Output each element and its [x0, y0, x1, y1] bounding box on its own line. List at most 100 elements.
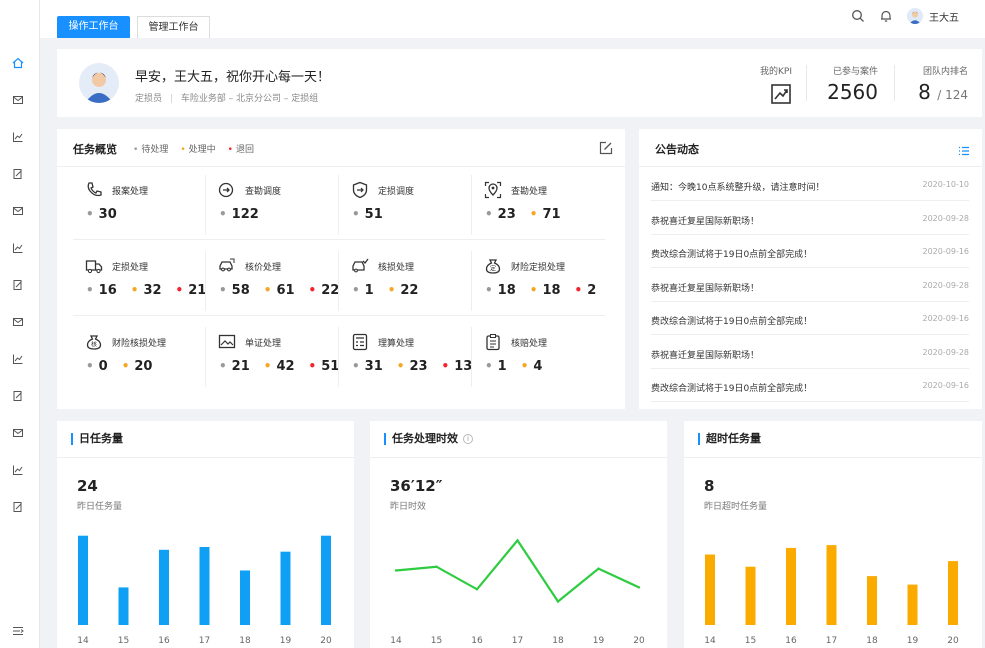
- edit-doc-icon[interactable]: [11, 389, 25, 403]
- task-item[interactable]: 核损处理 1 22: [339, 257, 472, 319]
- task-counts: 122: [219, 207, 259, 222]
- count-returned[interactable]: 22: [309, 283, 339, 298]
- count-processing[interactable]: 22: [388, 283, 418, 298]
- chart-icon[interactable]: [11, 463, 25, 477]
- edit-doc-icon[interactable]: [11, 500, 25, 514]
- list-icon[interactable]: [958, 142, 970, 156]
- user-menu[interactable]: 王大五: [907, 8, 959, 24]
- line-point[interactable]: [516, 539, 519, 542]
- bar[interactable]: [118, 587, 129, 625]
- chart-icon[interactable]: [11, 241, 25, 255]
- count-returned[interactable]: 51: [309, 359, 339, 374]
- notice-item[interactable]: 费改综合测试将于19日0点前全部完成！ 2020-09-16: [651, 369, 969, 402]
- divider: [806, 65, 807, 101]
- notice-item[interactable]: 通知：今晚10点系统整升级，请注意时间！ 2020-10-10: [651, 168, 969, 201]
- bar[interactable]: [199, 546, 210, 625]
- mail-icon[interactable]: [11, 426, 25, 440]
- task-item[interactable]: 定损处理 16 32 21: [73, 257, 206, 319]
- edit-doc-icon[interactable]: [11, 167, 25, 181]
- x-tick-label: 15: [118, 636, 129, 646]
- count-pending[interactable]: 16: [86, 283, 117, 298]
- task-item[interactable]: 查勘处理 23 71: [472, 181, 605, 243]
- kpi-my[interactable]: 我的KPI: [760, 64, 792, 105]
- count-pending[interactable]: 1: [352, 283, 374, 298]
- count-pending[interactable]: 58: [219, 283, 250, 298]
- notice-date: 2020-09-28: [922, 347, 970, 357]
- count-returned[interactable]: 13: [442, 359, 472, 374]
- count-pending[interactable]: 0: [86, 359, 108, 374]
- x-tick-label: 19: [907, 636, 919, 646]
- line-point[interactable]: [435, 565, 438, 568]
- count-processing[interactable]: 20: [122, 359, 152, 374]
- search-icon[interactable]: [851, 9, 865, 23]
- count-processing[interactable]: 42: [264, 359, 294, 374]
- collapse-menu-icon[interactable]: [11, 624, 25, 638]
- edit-icon[interactable]: [599, 140, 613, 155]
- count-pending[interactable]: 30: [86, 207, 117, 222]
- edit-doc-icon[interactable]: [11, 278, 25, 292]
- bar[interactable]: [321, 535, 331, 625]
- bar[interactable]: [78, 535, 88, 625]
- count-pending[interactable]: 1: [485, 359, 507, 374]
- kpi-rank[interactable]: 团队内排名 8 / 124: [918, 64, 968, 104]
- count-processing[interactable]: 71: [530, 207, 560, 222]
- tab-management-workbench[interactable]: 管理工作台: [137, 16, 210, 38]
- task-item[interactable]: 核 财险核损处理 0 20: [73, 333, 206, 395]
- bar[interactable]: [159, 549, 169, 625]
- count-returned[interactable]: 21: [176, 283, 206, 298]
- count-processing[interactable]: 23: [397, 359, 427, 374]
- notice-item[interactable]: 恭祝喜迁复星国际新职场！ 2020-09-28: [651, 336, 969, 369]
- chart-icon[interactable]: [11, 130, 25, 144]
- count-processing[interactable]: 61: [264, 283, 294, 298]
- task-item[interactable]: 核赔处理 14: [472, 333, 605, 395]
- bar[interactable]: [705, 554, 715, 626]
- bar[interactable]: [907, 584, 918, 625]
- info-icon[interactable]: i: [463, 434, 473, 444]
- user-org-info: 定损员 | 车险业务部 – 北京分公司 – 定损组: [135, 94, 319, 104]
- x-tick-label: 20: [947, 636, 959, 646]
- tab-operation-workbench[interactable]: 操作工作台: [57, 16, 130, 38]
- bar[interactable]: [240, 570, 250, 625]
- mail-icon[interactable]: [11, 93, 25, 107]
- count-pending[interactable]: 31: [352, 359, 383, 374]
- line-point[interactable]: [637, 586, 641, 589]
- count-pending[interactable]: 21: [219, 359, 250, 374]
- task-counts: 30: [86, 207, 117, 222]
- chart-icon[interactable]: [11, 352, 25, 366]
- bar[interactable]: [280, 551, 291, 625]
- count-pending[interactable]: 122: [219, 207, 259, 222]
- count-processing[interactable]: 4: [521, 359, 542, 374]
- notice-item[interactable]: 恭祝喜迁复星国际新职场！ 2020-09-28: [651, 202, 969, 235]
- home-icon[interactable]: [11, 56, 25, 70]
- bar[interactable]: [786, 547, 796, 625]
- task-item[interactable]: 单证处理 21 42 51: [206, 333, 339, 395]
- bar[interactable]: [745, 566, 756, 625]
- notice-item[interactable]: 费改综合测试将于19日0点前全部完成！ 2020-09-16: [651, 302, 969, 335]
- count-returned[interactable]: 2: [575, 283, 596, 298]
- notice-item[interactable]: 恭祝喜迁复星国际新职场！ 2020-09-28: [651, 269, 969, 302]
- task-item[interactable]: 报案处理 30: [73, 181, 206, 243]
- bell-icon[interactable]: [879, 9, 893, 23]
- bar[interactable]: [867, 576, 877, 625]
- task-item[interactable]: 定 财险定损处理 18 18 2: [472, 257, 605, 319]
- task-item[interactable]: 查勘调度 122: [206, 181, 339, 243]
- count-pending[interactable]: 23: [485, 207, 516, 222]
- task-item[interactable]: 核价处理 58 61 22: [206, 257, 339, 319]
- count-pending[interactable]: 51: [352, 207, 383, 222]
- count-processing[interactable]: 32: [131, 283, 161, 298]
- task-item[interactable]: 理算处理 31 23 13: [339, 333, 472, 395]
- kpi-cases[interactable]: 已参与案件 2560: [827, 64, 878, 104]
- bar[interactable]: [948, 561, 958, 625]
- count-processing[interactable]: 18: [530, 283, 560, 298]
- task-item-name: 核赔处理: [511, 339, 548, 349]
- bar[interactable]: [826, 545, 837, 625]
- mail-icon[interactable]: [11, 204, 25, 218]
- line-point[interactable]: [475, 588, 479, 591]
- task-item[interactable]: 定损调度 51: [339, 181, 472, 243]
- mail-icon[interactable]: [11, 315, 25, 329]
- count-pending[interactable]: 18: [485, 283, 516, 298]
- line-point[interactable]: [394, 569, 398, 572]
- line-point[interactable]: [556, 600, 560, 603]
- notice-item[interactable]: 费改综合测试将于19日0点前全部完成！ 2020-09-16: [651, 235, 969, 268]
- line-point[interactable]: [597, 567, 600, 570]
